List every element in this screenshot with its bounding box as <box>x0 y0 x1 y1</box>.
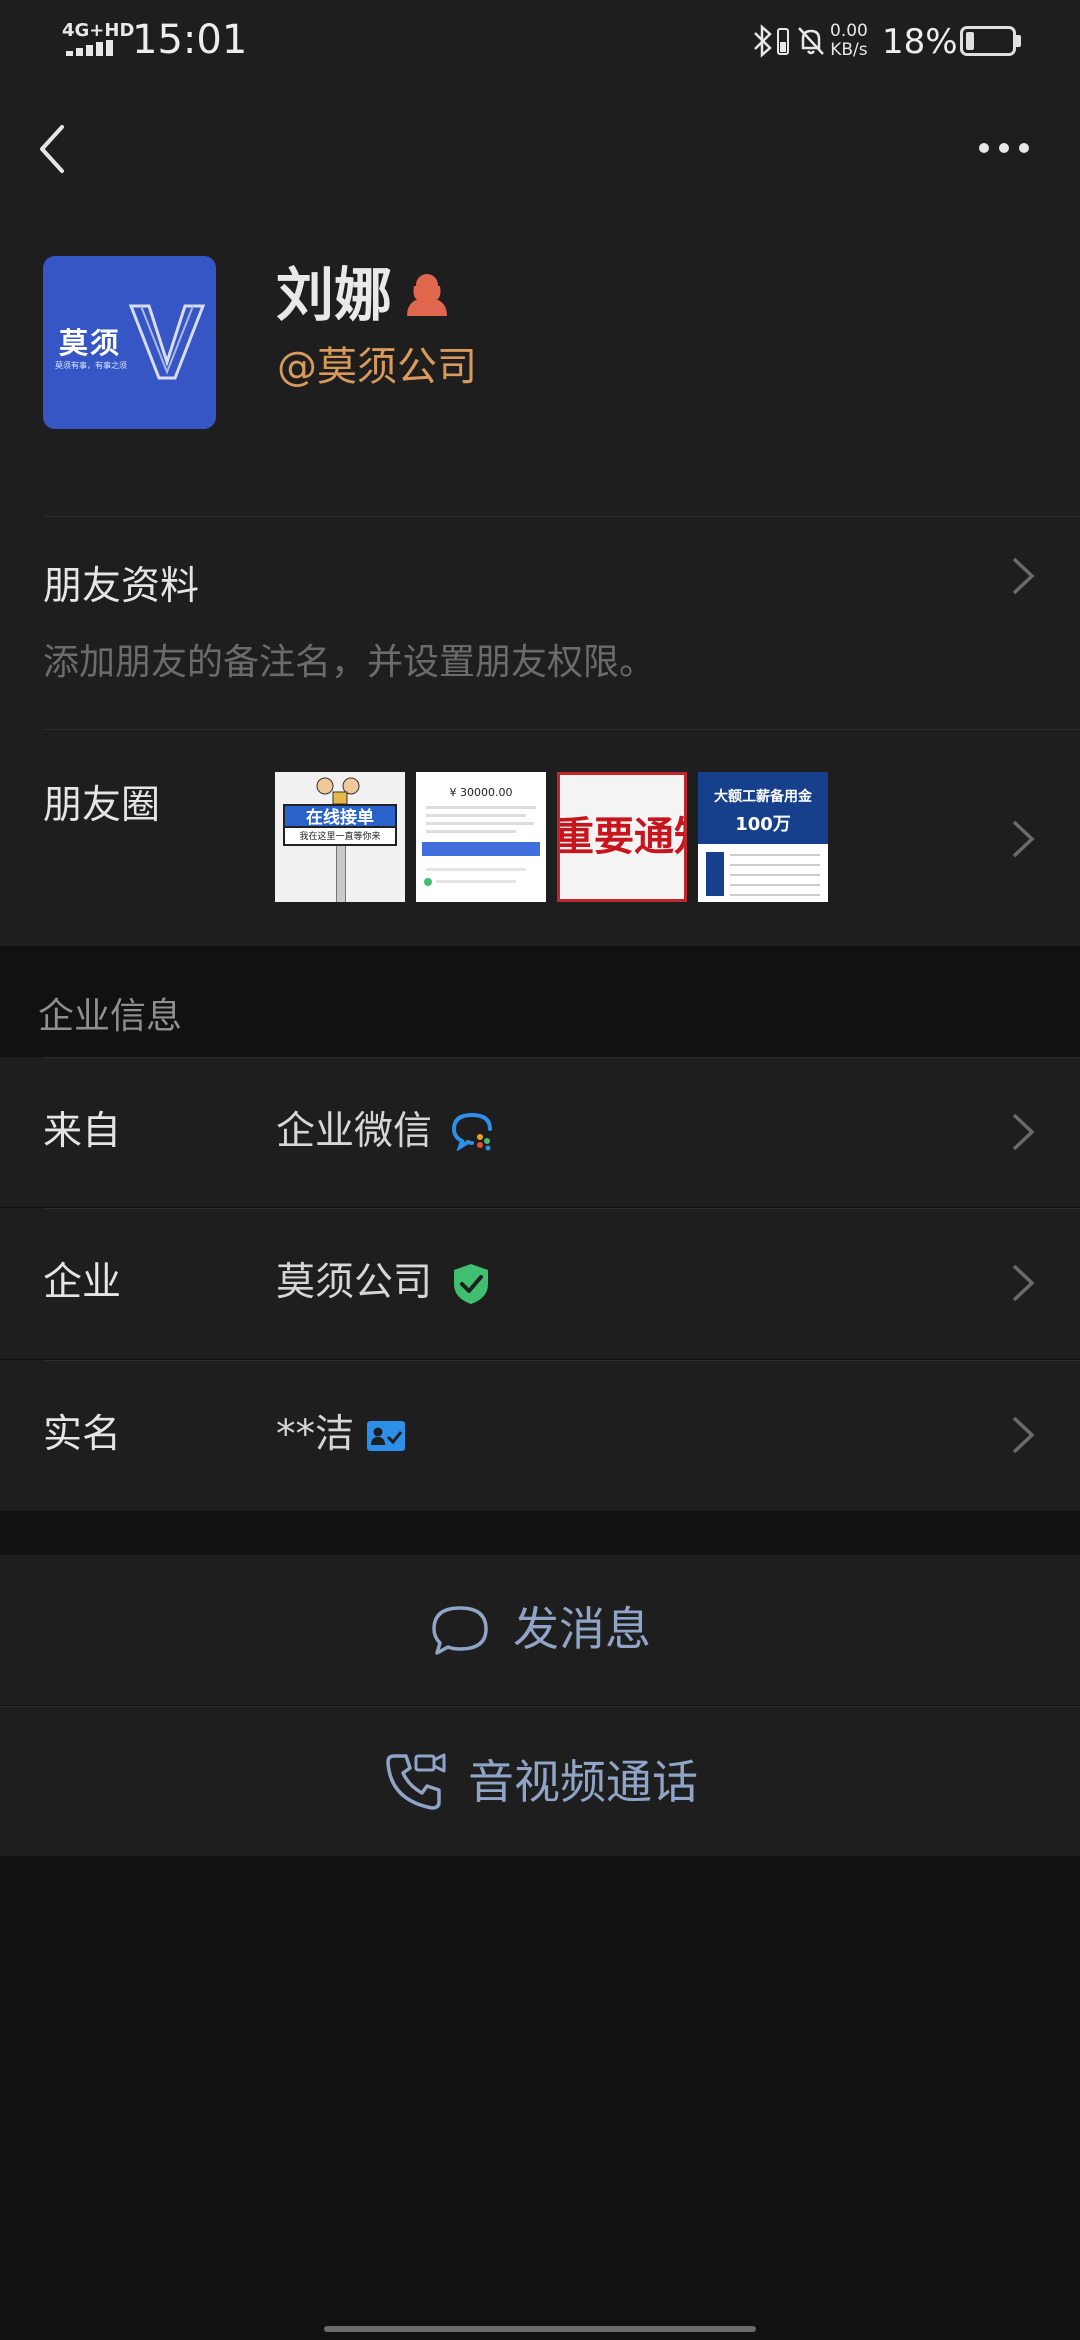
moments-thumb-1[interactable]: 在线接单 我在这里一直等你来 <box>275 772 405 902</box>
network-speed: 0.00 KB/s <box>830 21 868 60</box>
verified-shield-icon <box>454 1264 488 1304</box>
battery-icon <box>960 26 1016 56</box>
avatar[interactable]: 莫须 莫须有事，有事之须 <box>43 256 216 429</box>
wecom-logo-icon <box>451 1113 492 1151</box>
status-time: 15:01 <box>132 17 248 63</box>
female-user-icon <box>407 274 447 316</box>
chevron-right-icon <box>1012 557 1035 595</box>
moment-loan-title: 大额工薪备用金 <box>714 789 812 805</box>
moment-button <box>422 842 540 856</box>
realname-value: **洁 <box>276 1412 355 1457</box>
bluetooth-icon <box>754 24 772 58</box>
enterprise-section-label: 企业信息 <box>38 996 183 1037</box>
enterprise-row-from[interactable]: 来自 企业微信 <box>0 1057 1080 1207</box>
mute-bell-icon <box>798 27 824 55</box>
send-message-button[interactable]: 发消息 <box>0 1555 1080 1705</box>
friend-info-row[interactable]: 朋友资料 添加朋友的备注名，并设置朋友权限。 <box>0 516 1080 729</box>
phone-video-icon <box>386 1753 446 1810</box>
back-icon[interactable] <box>38 124 68 174</box>
enterprise-row-realname[interactable]: 实名 **洁 <box>0 1360 1080 1511</box>
battery-percent: 18% <box>882 22 958 62</box>
avatar-slogan: 莫须有事，有事之须 <box>55 361 127 370</box>
send-message-label: 发消息 <box>513 1602 651 1656</box>
company-label: 企业 <box>43 1260 122 1305</box>
vibrate-battery-icon <box>777 28 789 55</box>
contact-name: 刘娜 <box>276 261 393 329</box>
chat-bubble-icon <box>432 1606 488 1655</box>
moment-loan-amount: 100万 <box>735 814 791 835</box>
friend-info-title: 朋友资料 <box>43 564 200 609</box>
moment-caption: 我在这里一直等你来 <box>283 828 397 846</box>
company-tag[interactable]: @莫须公司 <box>277 340 477 394</box>
moment-headline: 重要通知 <box>557 814 684 860</box>
moment-banner: 在线接单 <box>283 804 397 828</box>
chevron-right-icon <box>1012 1264 1035 1302</box>
more-dots-icon[interactable] <box>976 140 1032 156</box>
av-call-button[interactable]: 音视频通话 <box>0 1706 1080 1856</box>
network-type: 4G+HD <box>62 20 135 41</box>
battery-tip <box>1016 35 1021 47</box>
chevron-right-icon <box>1012 820 1035 858</box>
moment-amount: ¥ 30000.00 <box>449 786 513 799</box>
moments-thumb-4[interactable]: 大额工薪备用金 100万 <box>698 772 828 902</box>
home-indicator[interactable] <box>324 2326 756 2332</box>
chevron-right-icon <box>1012 1113 1035 1151</box>
realname-label: 实名 <box>43 1412 122 1457</box>
friend-info-hint: 添加朋友的备注名，并设置朋友权限。 <box>43 642 656 683</box>
enterprise-row-company[interactable]: 企业 莫须公司 <box>0 1208 1080 1359</box>
moments-thumb-3[interactable]: 重要通知 <box>557 772 687 902</box>
from-label: 来自 <box>43 1109 122 1154</box>
avatar-logo-text: 莫须 <box>59 326 122 360</box>
moments-thumb-2[interactable]: ¥ 30000.00 <box>416 772 546 902</box>
chevron-right-icon <box>1012 1416 1035 1454</box>
id-card-icon <box>367 1421 405 1451</box>
signal-icon <box>66 40 114 56</box>
cartoon-figures <box>316 777 360 805</box>
company-value: 莫须公司 <box>276 1260 433 1305</box>
from-value: 企业微信 <box>276 1109 433 1154</box>
av-call-label: 音视频通话 <box>468 1755 698 1809</box>
sign-pole <box>336 846 346 902</box>
avatar-v-logo <box>128 304 206 380</box>
moments-title: 朋友圈 <box>43 783 161 828</box>
